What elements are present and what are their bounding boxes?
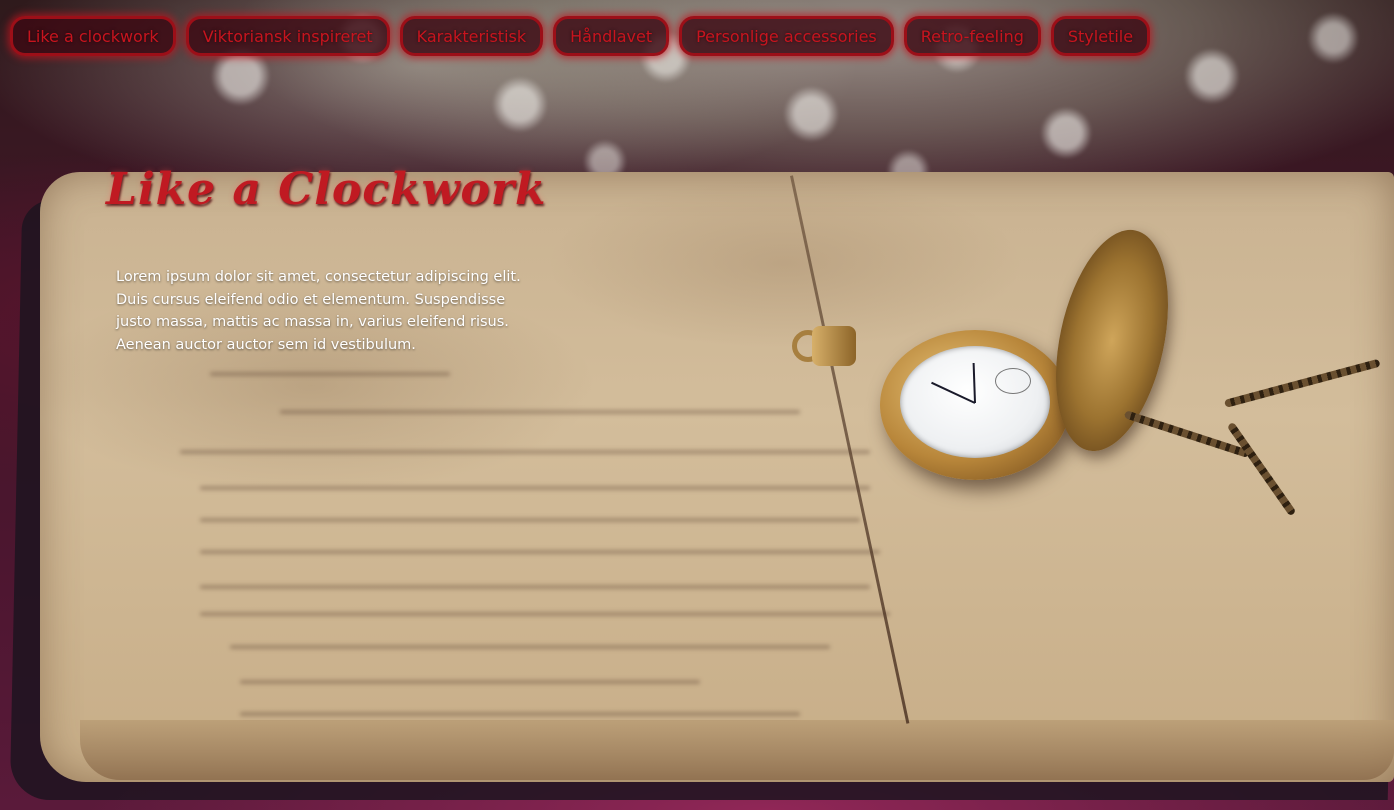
watch-minute-hand bbox=[972, 362, 976, 404]
background-image bbox=[0, 0, 1394, 810]
handwriting-line bbox=[240, 712, 800, 716]
handwriting-line bbox=[240, 680, 700, 684]
handwriting-line bbox=[200, 486, 870, 490]
nav-item-karakteristisk[interactable]: Karakteristisk bbox=[399, 16, 544, 56]
handwriting-line bbox=[200, 612, 890, 616]
nav-item-personlige-accessories[interactable]: Personlige accessories bbox=[679, 16, 894, 56]
main-nav: Like a clockwork Viktoriansk inspireret … bbox=[10, 16, 1151, 56]
nav-item-handlavet[interactable]: Håndlavet bbox=[553, 16, 670, 56]
handwriting-line bbox=[200, 550, 880, 554]
handwriting-line bbox=[200, 518, 860, 522]
handwriting-line bbox=[230, 645, 830, 649]
watch-crown bbox=[812, 326, 856, 366]
handwriting-line bbox=[210, 372, 450, 376]
nav-item-retro-feeling[interactable]: Retro-feeling bbox=[903, 16, 1041, 56]
page-title: Like a Clockwork bbox=[106, 164, 547, 215]
handwriting-line bbox=[200, 585, 870, 589]
handwriting-line bbox=[280, 410, 800, 414]
nav-item-like-a-clockwork[interactable]: Like a clockwork bbox=[10, 16, 176, 56]
watch-face bbox=[900, 346, 1050, 458]
nav-item-styletile[interactable]: Styletile bbox=[1050, 16, 1151, 56]
pocket-watch-icon bbox=[880, 330, 1070, 480]
open-book bbox=[40, 172, 1394, 782]
watch-hour-hand bbox=[931, 381, 976, 404]
hero-paragraph: Lorem ipsum dolor sit amet, consectetur … bbox=[116, 269, 521, 353]
handwriting-line bbox=[180, 450, 870, 454]
book-page-edges bbox=[80, 720, 1394, 780]
nav-item-viktoriansk-inspireret[interactable]: Viktoriansk inspireret bbox=[185, 16, 390, 56]
watch-subdial bbox=[995, 368, 1031, 394]
